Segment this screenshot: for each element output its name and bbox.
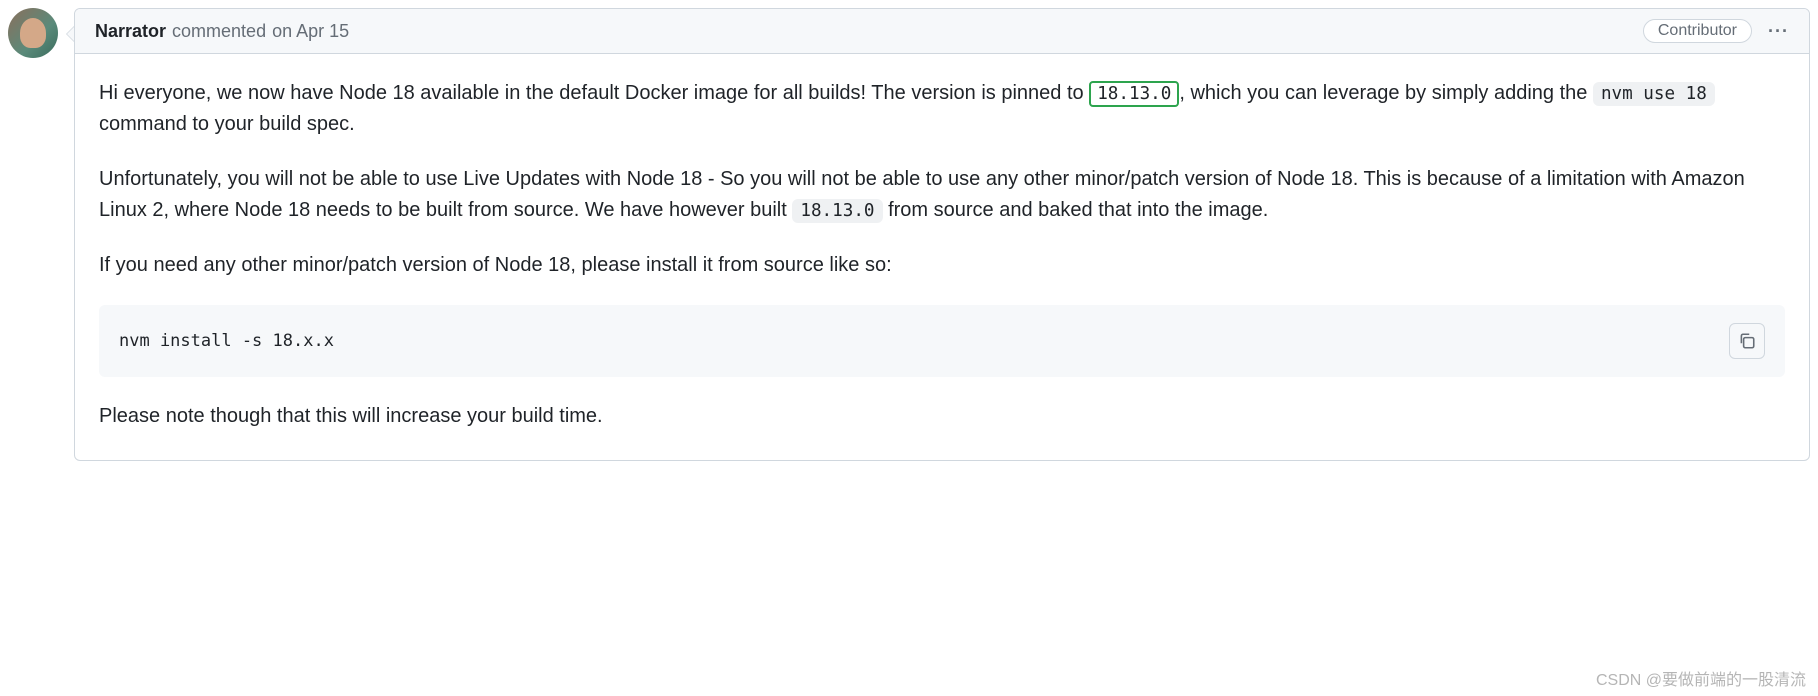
comment-timestamp[interactable]: on Apr 15: [272, 21, 349, 42]
watermark: CSDN @要做前端的一股清流: [1596, 666, 1806, 690]
commented-label: commented: [172, 21, 266, 42]
kebab-menu-icon[interactable]: ···: [1768, 22, 1789, 40]
text: Hi everyone, we now have Node 18 availab…: [99, 82, 1089, 104]
header-right: Contributor ···: [1643, 19, 1789, 43]
copy-icon: [1738, 332, 1756, 350]
paragraph-2: Unfortunately, you will not be able to u…: [99, 164, 1785, 226]
comment-wrapper: Narrator commented on Apr 15 Contributor…: [8, 8, 1810, 461]
comment-container: Narrator commented on Apr 15 Contributor…: [74, 8, 1810, 461]
comment-header: Narrator commented on Apr 15 Contributor…: [75, 9, 1809, 54]
avatar[interactable]: [8, 8, 58, 58]
header-left: Narrator commented on Apr 15: [95, 21, 349, 42]
version-highlight: 18.13.0: [1089, 81, 1179, 107]
role-badge: Contributor: [1643, 19, 1752, 43]
comment-body: Hi everyone, we now have Node 18 availab…: [75, 54, 1809, 460]
paragraph-4: Please note though that this will increa…: [99, 401, 1785, 432]
paragraph-1: Hi everyone, we now have Node 18 availab…: [99, 78, 1785, 140]
code-block-content: nvm install -s 18.x.x: [119, 328, 334, 354]
inline-code: 18.13.0: [792, 199, 882, 223]
text: , which you can leverage by simply addin…: [1179, 82, 1593, 104]
copy-button[interactable]: [1729, 323, 1765, 359]
text: from source and baked that into the imag…: [883, 199, 1269, 221]
inline-code: nvm use 18: [1593, 82, 1715, 106]
code-block: nvm install -s 18.x.x: [99, 305, 1785, 377]
text: command to your build spec.: [99, 113, 355, 135]
comment-author[interactable]: Narrator: [95, 21, 166, 42]
paragraph-3: If you need any other minor/patch versio…: [99, 250, 1785, 281]
comment-arrow: [66, 26, 74, 42]
comment-box: Narrator commented on Apr 15 Contributor…: [74, 8, 1810, 461]
